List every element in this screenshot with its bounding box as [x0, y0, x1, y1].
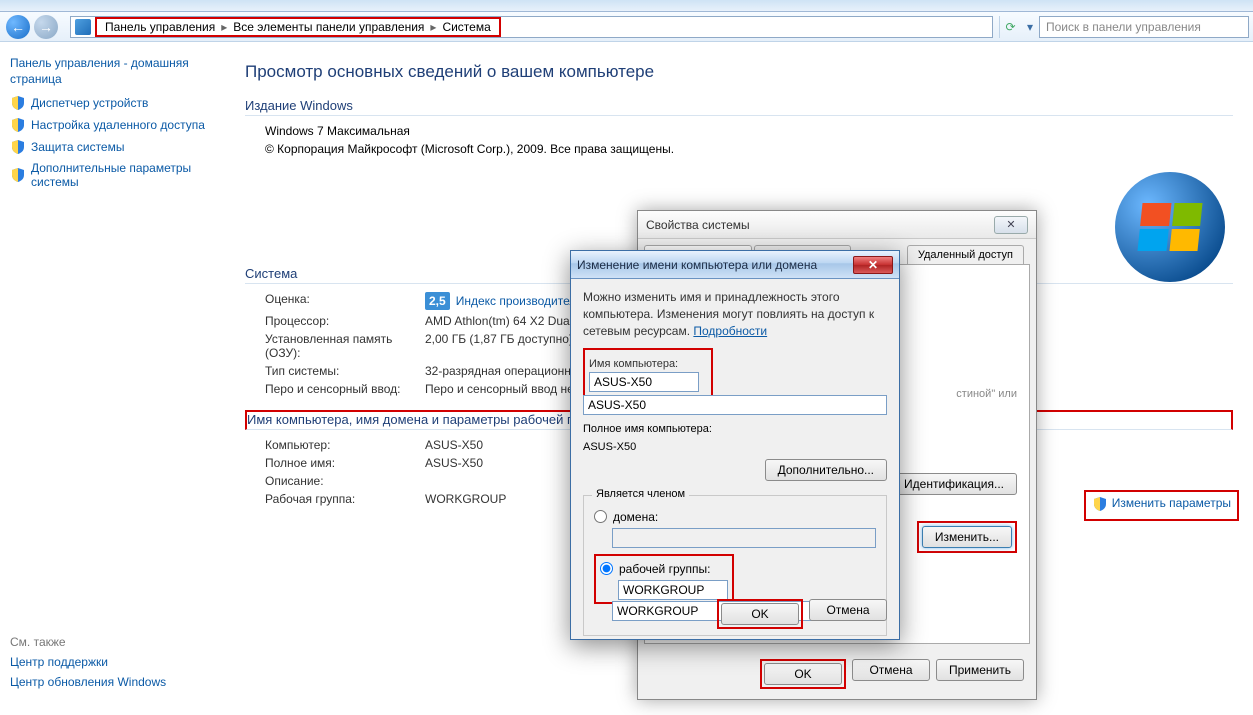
breadcrumb-item[interactable]: Все элементы панели управления [227, 20, 430, 34]
computer-name-input-full[interactable] [583, 395, 887, 415]
see-also-action-center[interactable]: Центр поддержки [10, 655, 210, 669]
radio-domain[interactable]: домена: [594, 510, 876, 524]
sidebar-item-device-manager[interactable]: Диспетчер устройств [10, 95, 205, 111]
dialog-title: Изменение имени компьютера или домена [577, 258, 853, 272]
sidebar-item-advanced[interactable]: Дополнительные параметры системы [10, 161, 205, 189]
windows-logo-icon [1115, 172, 1225, 282]
radio-workgroup[interactable]: рабочей группы: [600, 562, 728, 576]
breadcrumb-item[interactable]: Система [436, 20, 496, 34]
workgroup-input[interactable] [618, 580, 728, 600]
sidebar-item-remote[interactable]: Настройка удаленного доступа [10, 117, 205, 133]
edition-value: Windows 7 Максимальная [265, 124, 410, 138]
explorer-toolbar: ← → Панель управления ▸ Все элементы пан… [0, 12, 1253, 42]
pen-label: Перо и сенсорный ввод: [265, 382, 425, 396]
full-name-label: Полное имя компьютера: [583, 423, 887, 435]
ok-button[interactable]: OK [764, 663, 842, 685]
change-settings-link-box: Изменить параметры [1084, 490, 1239, 521]
computer-name-label: Имя компьютера: [589, 358, 707, 370]
apply-button[interactable]: Применить [936, 659, 1024, 681]
description-label: Описание: [265, 474, 425, 488]
shield-icon [10, 95, 26, 111]
domain-input [612, 528, 876, 548]
search-placeholder: Поиск в панели управления [1046, 20, 1201, 34]
cancel-button[interactable]: Отмена [852, 659, 930, 681]
identification-button[interactable]: Идентификация... [891, 473, 1017, 495]
section-edition: Издание Windows [245, 98, 1233, 116]
systype-label: Тип системы: [265, 364, 425, 378]
close-button[interactable]: ✕ [994, 216, 1028, 234]
dialog-buttons: OK Отмена [717, 599, 887, 629]
dialog-titlebar[interactable]: Изменение имени компьютера или домена ✕ [571, 251, 899, 279]
ok-button[interactable]: OK [721, 603, 799, 625]
details-link[interactable]: Подробности [693, 324, 767, 338]
computer-name-input[interactable] [589, 372, 699, 392]
dialog-title: Свойства системы [646, 218, 994, 232]
copyright-text: © Корпорация Майкрософт (Microsoft Corp.… [265, 142, 674, 156]
sidebar-home-link[interactable]: Панель управления - домашняя страница [10, 56, 205, 87]
refresh-button[interactable]: ⟳ [999, 16, 1021, 38]
ram-value: 2,00 ГБ (1,87 ГБ доступно) [425, 332, 573, 360]
tab-remote[interactable]: Удаленный доступ [907, 245, 1024, 264]
browser-tabs-strip [0, 0, 1253, 12]
dialog-titlebar[interactable]: Свойства системы ✕ [638, 211, 1036, 239]
computer-label: Компьютер: [265, 438, 425, 452]
cancel-button[interactable]: Отмена [809, 599, 887, 621]
sidebar: Панель управления - домашняя страница Ди… [0, 42, 215, 715]
sidebar-item-protection[interactable]: Защита системы [10, 139, 205, 155]
full-name-value: ASUS-X50 [583, 441, 887, 453]
computer-value: ASUS-X50 [425, 438, 483, 452]
close-button[interactable]: ✕ [853, 256, 893, 274]
page-title: Просмотр основных сведений о вашем компь… [245, 62, 1233, 82]
dropdown-icon[interactable]: ▾ [1021, 20, 1039, 34]
ram-label: Установленная память (ОЗУ): [265, 332, 425, 360]
more-button[interactable]: Дополнительно... [765, 459, 887, 481]
see-also-header: См. также [10, 635, 210, 649]
shield-icon [10, 167, 26, 183]
dialog-buttons: OK Отмена Применить [760, 659, 1024, 689]
fullname-label: Полное имя: [265, 456, 425, 470]
dialog-description: Можно изменить имя и принадлежность этог… [583, 289, 887, 340]
group-legend: Является членом [592, 488, 689, 500]
rating-label: Оценка: [265, 292, 425, 310]
breadcrumb-item[interactable]: Панель управления [99, 20, 221, 34]
cpu-label: Процессор: [265, 314, 425, 328]
search-input[interactable]: Поиск в панели управления [1039, 16, 1249, 38]
workgroup-label: Рабочая группа: [265, 492, 425, 506]
shield-icon [10, 117, 26, 133]
control-panel-icon [75, 19, 91, 35]
change-settings-link[interactable]: Изменить параметры [1112, 496, 1231, 510]
fullname-value: ASUS-X50 [425, 456, 483, 470]
change-button[interactable]: Изменить... [922, 526, 1012, 548]
shield-icon [10, 139, 26, 155]
computer-name-dialog: Изменение имени компьютера или домена ✕ … [570, 250, 900, 640]
sidebar-see-also: См. также Центр поддержки Центр обновлен… [10, 635, 210, 695]
address-bar[interactable]: Панель управления ▸ Все элементы панели … [70, 16, 993, 38]
workgroup-value: WORKGROUP [425, 492, 506, 506]
back-button[interactable]: ← [6, 15, 30, 39]
shield-icon [1092, 496, 1108, 515]
forward-button[interactable]: → [34, 15, 58, 39]
see-also-windows-update[interactable]: Центр обновления Windows [10, 675, 210, 689]
